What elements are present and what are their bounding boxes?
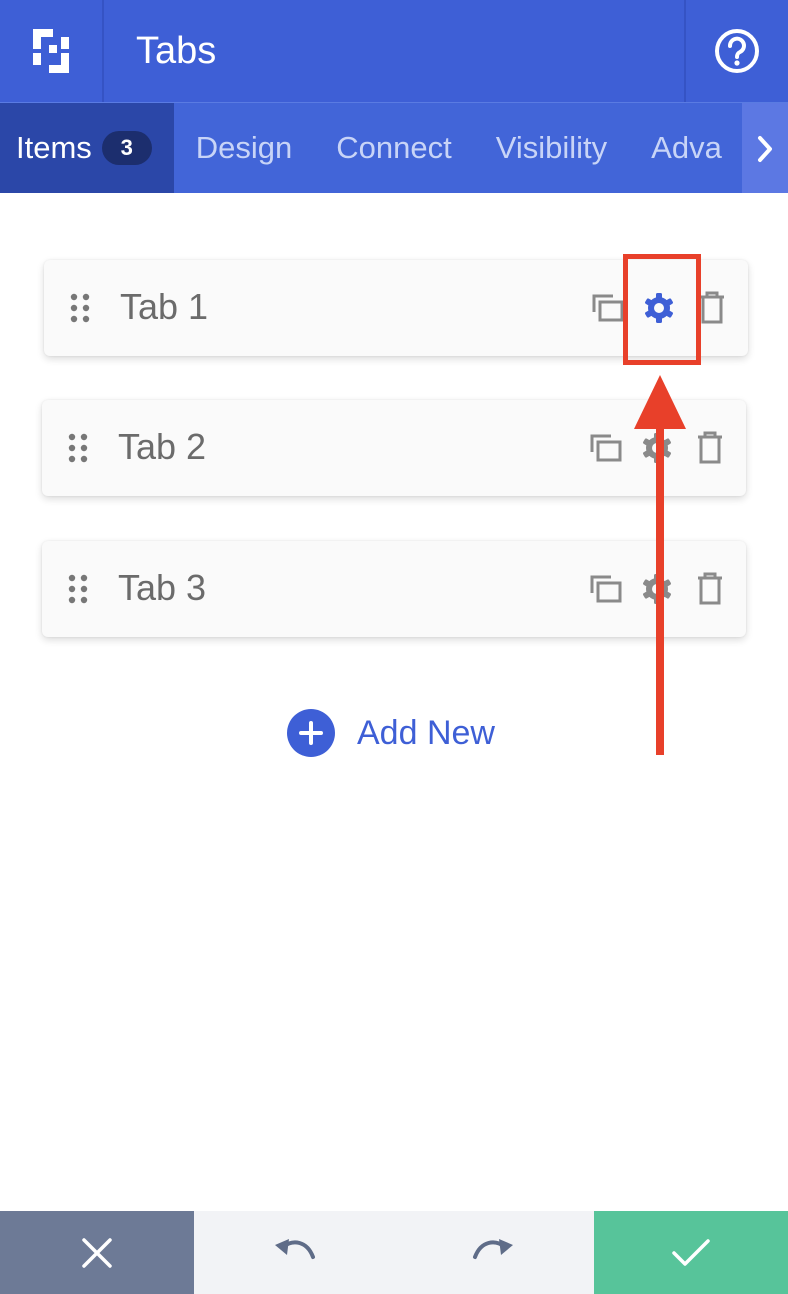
redo-icon (473, 1239, 513, 1259)
duplicate-icon (590, 575, 622, 603)
annotation-highlight-box (623, 254, 701, 365)
duplicate-icon (592, 294, 624, 322)
tab-items-label: Items (16, 130, 92, 165)
confirm-button[interactable] (594, 1211, 788, 1294)
undo-button[interactable] (271, 1235, 317, 1270)
delete-button[interactable] (690, 428, 730, 468)
item-label: Tab 3 (118, 567, 207, 608)
item-label: Tab 1 (120, 286, 209, 327)
tab-design-label: Design (195, 130, 293, 165)
help-circle-icon (715, 29, 759, 73)
builder-logo-icon (33, 29, 69, 73)
chevron-right-icon (758, 135, 772, 162)
footer-bar (0, 1211, 788, 1294)
duplicate-button[interactable] (588, 288, 628, 328)
tab-connect-label: Connect (336, 130, 452, 165)
drag-handle-icon[interactable] (68, 433, 88, 463)
cancel-button[interactable] (0, 1211, 194, 1294)
add-new-label: Add New (357, 713, 495, 752)
duplicate-icon (590, 434, 622, 462)
item-label: Tab 2 (118, 426, 207, 467)
tab-bar: Items 3 Design Connect Visibility Adva (0, 102, 788, 193)
drag-handle-icon[interactable] (68, 574, 88, 604)
tab-design[interactable]: Design (174, 103, 315, 193)
tab-advanced[interactable]: Adva (629, 103, 744, 193)
check-icon (672, 1238, 710, 1266)
tab-scroll-right-button[interactable] (742, 103, 788, 193)
duplicate-button[interactable] (586, 428, 626, 468)
trash-icon (700, 291, 724, 324)
redo-button[interactable] (471, 1235, 517, 1270)
undo-icon (275, 1239, 315, 1259)
tab-connect[interactable]: Connect (314, 103, 473, 193)
duplicate-button[interactable] (586, 569, 626, 609)
annotation-arrow (634, 375, 686, 755)
items-count-badge: 3 (101, 131, 152, 165)
tab-visibility[interactable]: Visibility (474, 103, 629, 193)
trash-icon (698, 431, 722, 464)
close-icon (82, 1237, 112, 1268)
plus-icon (287, 709, 335, 757)
header-bar: Tabs (0, 0, 788, 102)
help-button[interactable] (684, 0, 788, 102)
logo[interactable] (0, 0, 104, 102)
tab-visibility-label: Visibility (495, 130, 608, 165)
add-new-button[interactable]: Add New (287, 709, 495, 757)
trash-icon (698, 572, 722, 605)
panel-title: Tabs (136, 29, 217, 72)
drag-handle-icon[interactable] (70, 293, 90, 323)
tab-advanced-label: Adva (651, 130, 722, 165)
tab-items[interactable]: Items 3 (0, 103, 174, 193)
delete-button[interactable] (690, 569, 730, 609)
